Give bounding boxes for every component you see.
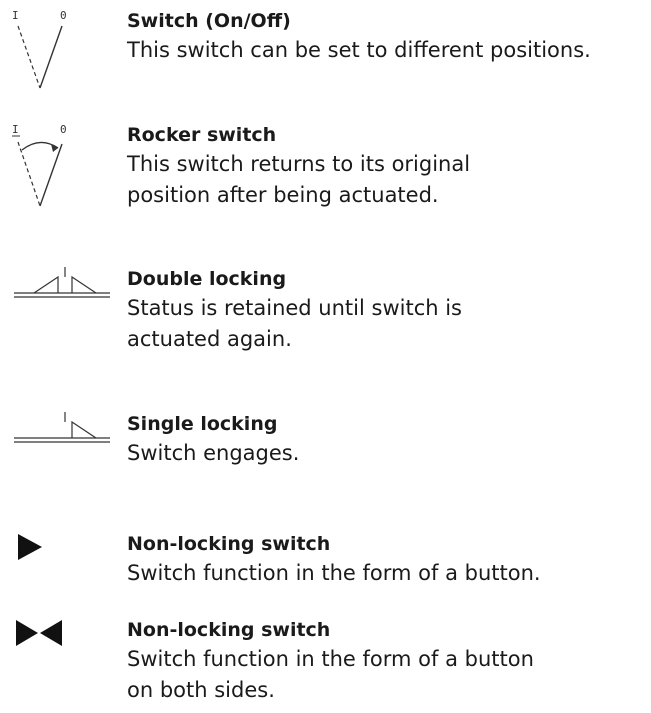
entry-description: This switch can be set to different posi… bbox=[127, 38, 591, 62]
double-locking-icon bbox=[14, 266, 114, 298]
bowtie-icon bbox=[16, 617, 66, 649]
play-triangle-icon bbox=[16, 531, 46, 563]
on-off-switch-icon: I 0 bbox=[10, 8, 70, 89]
entry-title: Non-locking switch bbox=[127, 533, 331, 555]
entry-title: Single locking bbox=[127, 413, 278, 435]
entry-description: Status is retained until switch is actua… bbox=[127, 296, 462, 351]
entry-description: Switch function in the form of a button. bbox=[127, 561, 541, 585]
symbol-label-zero: 0 bbox=[60, 123, 67, 136]
entry-title: Non-locking switch bbox=[127, 619, 331, 641]
rocker-switch-icon: I 0 bbox=[10, 122, 70, 208]
symbol-label-zero: 0 bbox=[60, 9, 67, 22]
entry-description: Switch function in the form of a button … bbox=[127, 647, 534, 702]
symbol-label-i: I bbox=[12, 123, 19, 136]
entry-description: This switch returns to its original posi… bbox=[127, 152, 471, 207]
entry-title: Double locking bbox=[127, 268, 287, 290]
entry-title: Switch (On/Off) bbox=[127, 10, 291, 32]
entry-description: Switch engages. bbox=[127, 441, 300, 465]
symbol-label-i: I bbox=[12, 9, 19, 22]
single-locking-icon bbox=[14, 411, 114, 443]
entry-title: Rocker switch bbox=[127, 124, 277, 146]
